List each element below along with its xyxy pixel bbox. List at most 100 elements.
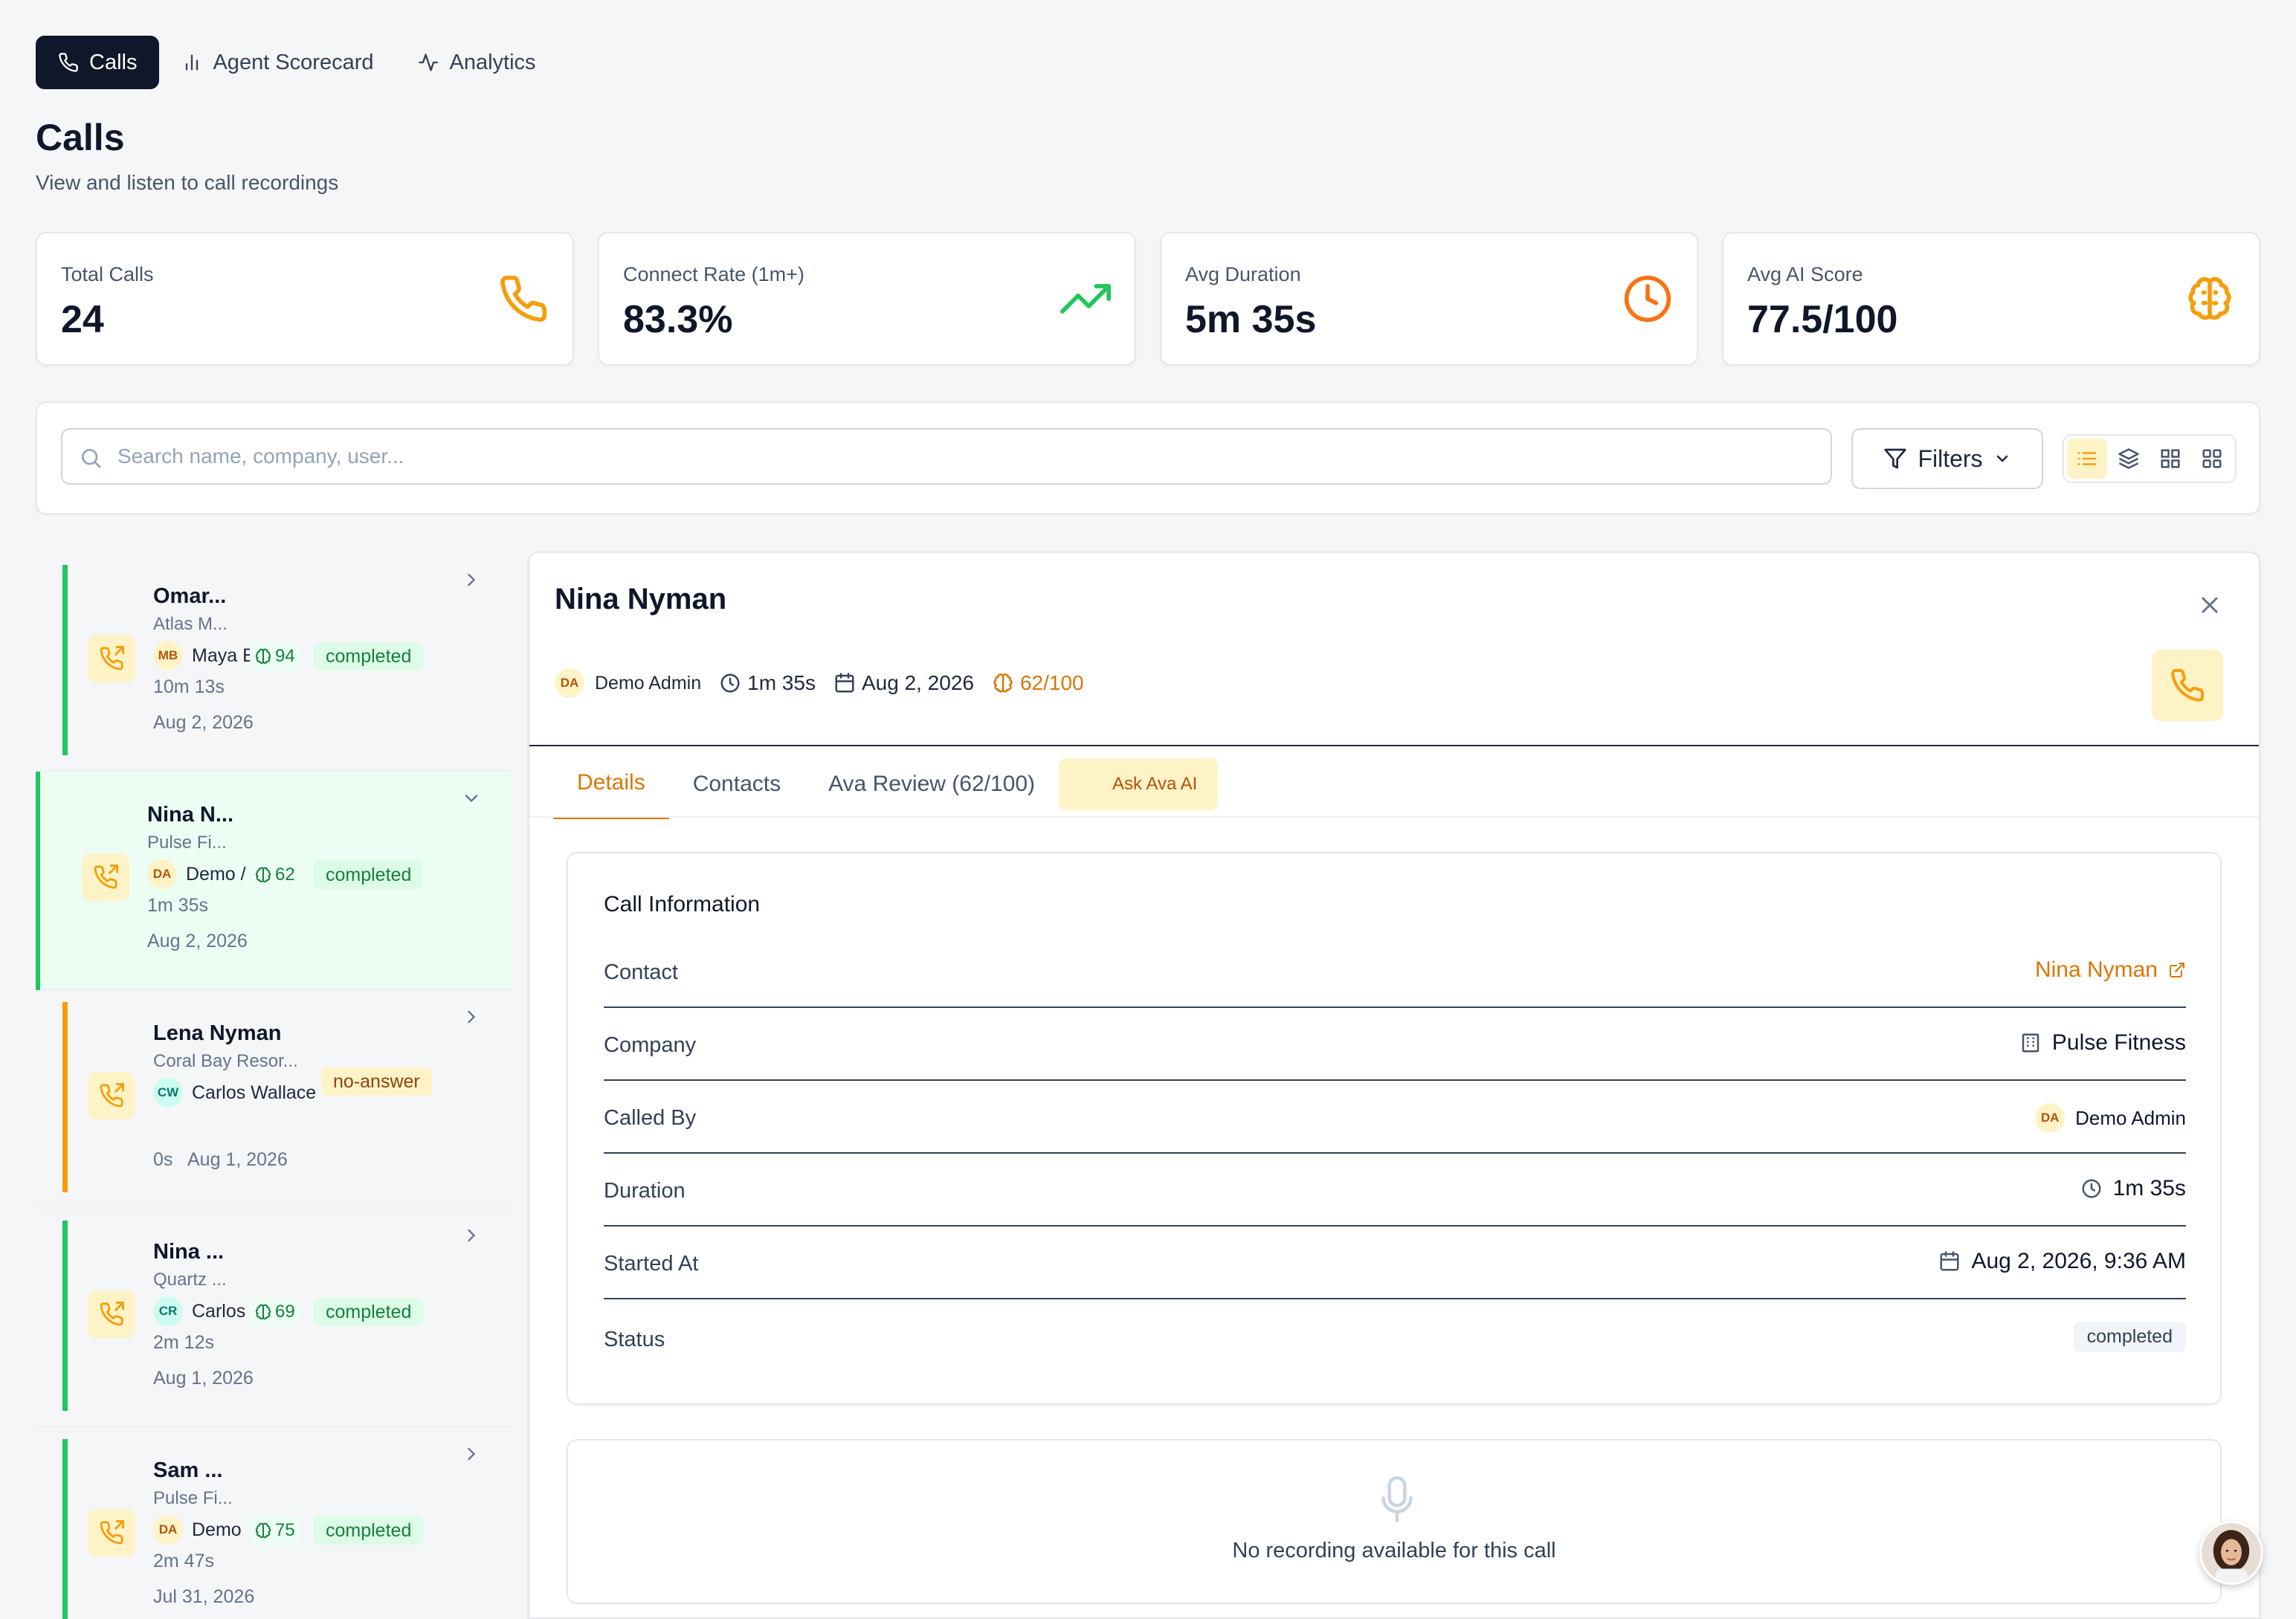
chevron-right-icon[interactable] (461, 1006, 482, 1027)
info-row-contact: Contact Nina Nyman (604, 935, 2186, 1008)
ask-ava-ai-button[interactable]: Ask Ava AI (1059, 758, 1219, 810)
phone-icon (2171, 668, 2205, 702)
trending-up-icon (1060, 284, 1111, 314)
avatar: CR (153, 1296, 183, 1326)
phone-icon (500, 275, 547, 322)
no-recording-text: No recording available for this call (1232, 1539, 1556, 1563)
detail-duration: 1m 35s (719, 671, 816, 695)
call-agent: Maya E (192, 645, 255, 666)
chevron-right-icon[interactable] (461, 1444, 482, 1464)
brain-icon (255, 867, 271, 882)
info-value: Aug 2, 2026, 9:36 AM (1938, 1249, 2186, 1274)
tab-analytics-label: Analytics (449, 50, 536, 74)
tab-details[interactable]: Details (553, 749, 669, 819)
status-badge: completed (314, 1516, 424, 1545)
assistant-avatar[interactable] (2199, 1521, 2263, 1585)
call-agent: Carlos (192, 1301, 246, 1322)
view-layers-button[interactable] (2109, 439, 2149, 479)
chevron-down-icon (1996, 455, 2008, 462)
view-grid-alt-button[interactable] (2192, 439, 2232, 479)
score-badge: 94 (250, 642, 300, 670)
stat-card-total-calls: Total Calls 24 (36, 232, 574, 366)
tab-contacts[interactable]: Contacts (669, 749, 804, 819)
stat-value: 77.5/100 (1747, 298, 1898, 341)
status-badge: completed (314, 642, 424, 670)
call-type-icon (88, 1509, 135, 1557)
phone-outgoing-icon (100, 1520, 124, 1545)
call-contact-name: Nina ... (153, 1240, 225, 1264)
brain-icon (255, 1522, 271, 1538)
call-duration: 10m 13s (153, 676, 225, 697)
call-contact-name: Sam ... (153, 1458, 223, 1482)
list-item[interactable]: Nina ... Quartz ... CR Carlos 69 complet… (36, 1209, 512, 1427)
activity-icon (419, 54, 439, 71)
view-list-button[interactable] (2067, 439, 2107, 479)
call-agent: Demo (192, 1519, 242, 1540)
brain-icon (993, 673, 1013, 693)
page-title: Calls (36, 117, 125, 158)
list-item[interactable]: Omar... Atlas M... MB Maya E 94 complete… (36, 553, 512, 772)
info-value: 1m 35s (2080, 1176, 2186, 1201)
close-icon[interactable] (2196, 592, 2223, 618)
chevron-right-icon[interactable] (461, 1225, 482, 1246)
page-subtitle: View and listen to call recordings (36, 171, 339, 194)
contact-name: Nina Nyman (2034, 957, 2158, 982)
top-nav: Calls Agent Scorecard Analytics (36, 36, 558, 89)
tab-analytics[interactable]: Analytics (396, 36, 558, 89)
detail-tabs: Details Contacts Ava Review (62/100) Ask… (553, 749, 1219, 819)
call-date: Aug 1, 2026 (153, 1368, 254, 1389)
status-badge: completed (314, 1298, 424, 1326)
brain-icon (2188, 277, 2231, 320)
search-toolbar: Filters (36, 401, 2260, 514)
view-grid-button[interactable] (2150, 439, 2190, 479)
stat-label: Total Calls (61, 263, 154, 285)
call-company: Pulse Fi... (153, 1488, 233, 1508)
tab-ava-review[interactable]: Ava Review (62/100) (804, 749, 1059, 819)
status-bar (62, 1221, 68, 1411)
list-item[interactable]: Sam ... Pulse Fi... DA Demo 75 completed… (36, 1427, 512, 1619)
score-value: 69 (275, 1302, 295, 1322)
detail-title: Nina Nyman (555, 583, 727, 615)
list-item[interactable]: Lena Nyman Coral Bay Resor... CW Carlos … (36, 990, 512, 1209)
info-value: Pulse Fitness (2019, 1030, 2186, 1056)
status-bar (36, 772, 40, 990)
stat-label: Avg AI Score (1747, 263, 1863, 285)
avatar: CW (153, 1078, 183, 1108)
avatar: DA (555, 668, 584, 698)
phone-outgoing-icon (94, 865, 118, 889)
avatar: MB (153, 641, 183, 670)
brain-icon (255, 648, 271, 664)
filters-button[interactable]: Filters (1851, 428, 2043, 489)
filters-label: Filters (1918, 445, 1983, 472)
status-bar (62, 565, 68, 755)
call-company: Quartz ... (153, 1270, 227, 1290)
view-switcher (2063, 434, 2237, 483)
phone-outgoing-icon (100, 1302, 124, 1326)
call-duration: 1m 35s (147, 895, 208, 916)
search-input[interactable] (117, 430, 1813, 483)
detail-score: 62/100 (992, 671, 1084, 695)
divider (529, 816, 2259, 818)
list-icon (2077, 452, 2097, 465)
call-detail-panel: Nina Nyman DA Demo Admin 1m 35s Aug 2, 2… (528, 552, 2260, 1619)
phone-outgoing-icon (100, 1083, 124, 1108)
call-agent: Carlos Wallace (192, 1082, 317, 1103)
list-item[interactable]: Nina N... Pulse Fi... DA Demo / 62 compl… (36, 772, 512, 990)
detail-score-value: 62/100 (1019, 671, 1084, 694)
chevron-down-icon[interactable] (461, 788, 482, 809)
tab-calls[interactable]: Calls (36, 36, 160, 89)
info-row-company: Company Pulse Fitness (604, 1008, 2186, 1081)
score-badge: 69 (250, 1298, 300, 1326)
chevron-right-icon[interactable] (461, 569, 482, 590)
tab-calls-label: Calls (89, 50, 138, 74)
call-company: Pulse Fi... (147, 833, 227, 853)
info-label: Status (604, 1328, 665, 1351)
info-row-called-by: Called By DA Demo Admin (604, 1081, 2186, 1154)
phone-outgoing-icon (100, 646, 124, 670)
call-type-icon (88, 1072, 135, 1119)
detail-agent-name: Demo Admin (595, 672, 702, 694)
tab-agent-scorecard[interactable]: Agent Scorecard (159, 36, 396, 89)
contact-link[interactable]: Nina Nyman (2035, 957, 2186, 983)
call-button[interactable] (2152, 650, 2223, 721)
external-link-icon (2170, 963, 2184, 977)
